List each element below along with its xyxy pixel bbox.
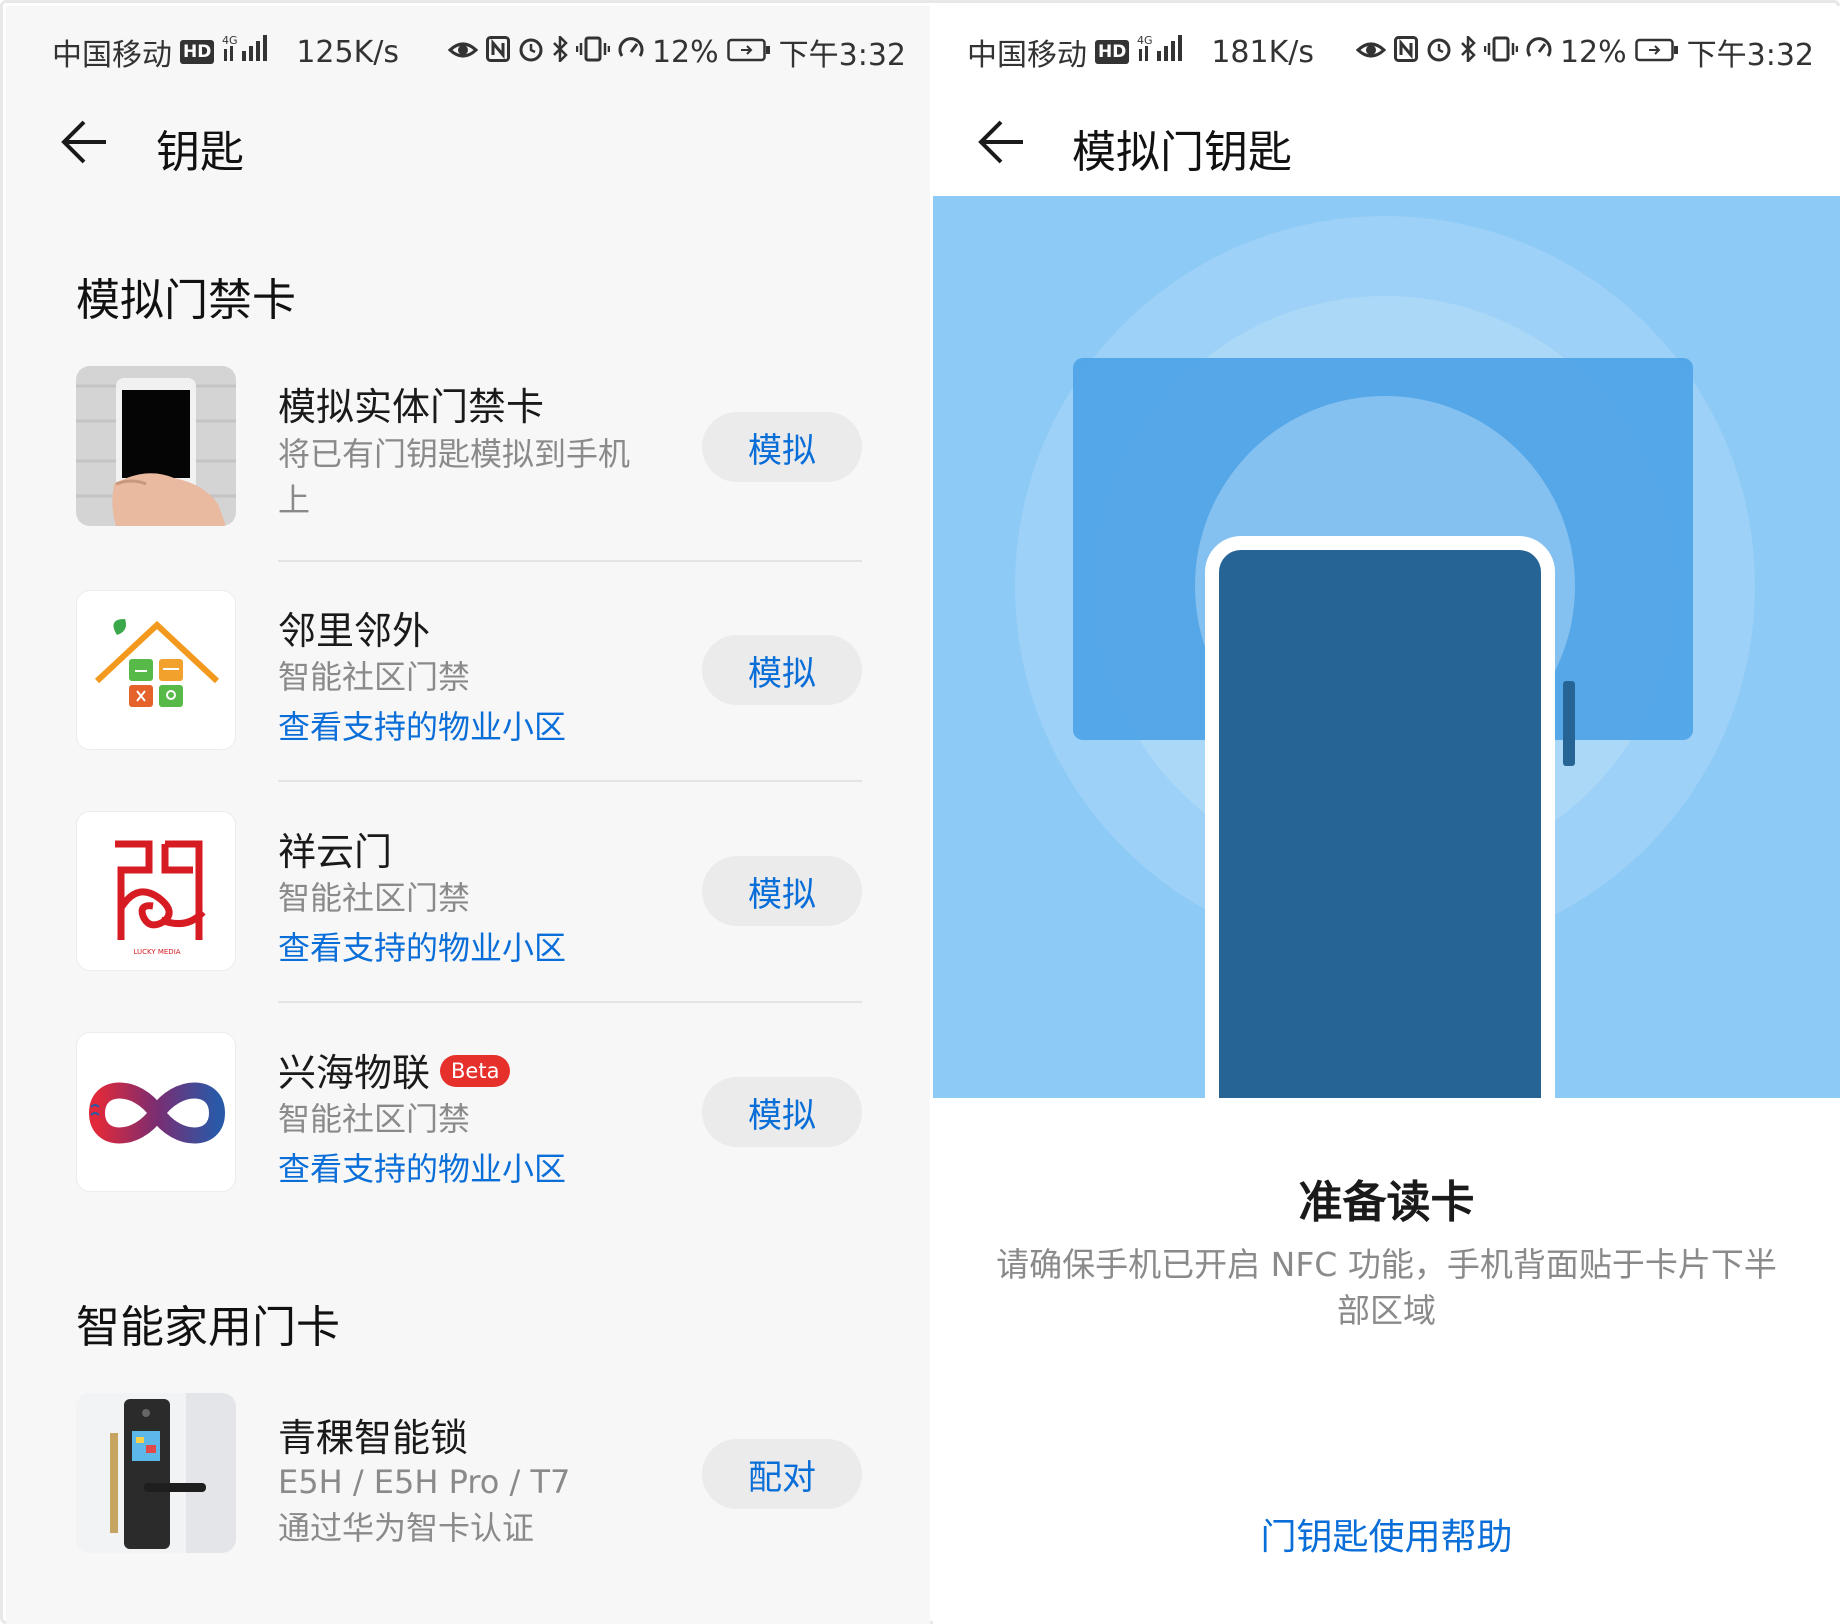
simulate-button[interactable]: 模拟	[702, 412, 862, 482]
section-title-door-card: 模拟门禁卡	[76, 275, 296, 326]
svg-text:4G: 4G	[1137, 34, 1153, 47]
section-title-smart-home: 智能家用门卡	[76, 1302, 340, 1353]
item-name: 青稞智能锁	[278, 1416, 469, 1460]
title-bar: 钥匙	[6, 96, 930, 186]
page-title: 钥匙	[156, 127, 244, 178]
list-item[interactable]: LUCKY MEDIA 祥云门 智能社区门禁 查看支持的物业小区 模拟	[76, 811, 862, 1011]
status-bar: 中国移动 HD 4G 125K/s 12% 下午3:32	[6, 6, 930, 86]
signal-icon: 4G	[1137, 33, 1183, 71]
divider	[278, 560, 862, 562]
item-name-text: 兴海物联	[278, 1051, 431, 1095]
nfc-icon	[1393, 35, 1418, 70]
pair-button[interactable]: 配对	[702, 1439, 862, 1509]
back-arrow-icon	[61, 120, 106, 164]
simulate-button[interactable]: 模拟	[702, 1077, 862, 1147]
phone-icon	[1205, 536, 1555, 1098]
back-arrow-icon	[978, 120, 1023, 164]
clock: 下午3:32	[778, 38, 906, 73]
eye-icon	[1355, 35, 1387, 70]
battery-percent: 12%	[1559, 34, 1627, 70]
simulate-door-key-screen: 中国移动 HD 4G 181K/s 12% 下午3:32 模拟门钥匙 准备读卡 …	[933, 6, 1840, 1624]
eye-icon	[447, 35, 479, 70]
list-item[interactable]: 邻里邻外 智能社区门禁 查看支持的物业小区 模拟	[76, 590, 862, 790]
item-name: 祥云门	[278, 830, 393, 874]
xiangyun-door-logo: LUCKY MEDIA	[76, 811, 236, 971]
infinity-logo	[76, 1032, 236, 1192]
supported-properties-link[interactable]: 查看支持的物业小区	[278, 702, 566, 748]
back-button[interactable]	[58, 114, 114, 170]
logo-text: LUCKY MEDIA	[133, 948, 180, 956]
list-item[interactable]: 兴海物联 Beta 智能社区门禁 查看支持的物业小区 模拟	[76, 1032, 862, 1232]
door-key-help-link[interactable]: 门钥匙使用帮助	[933, 1508, 1840, 1560]
ready-description: 请确保手机已开启 NFC 功能，手机背面贴于卡片下半部区域	[996, 1245, 1777, 1330]
nfc-read-illustration	[933, 196, 1840, 1098]
vibrate-icon	[1483, 35, 1519, 70]
net-speed: 125K/s	[296, 34, 400, 70]
screenshot-frame: 中国移动 HD 4G 125K/s 12% 下午3:32 钥匙 模拟门禁卡 模拟…	[0, 0, 1840, 1624]
signal-icon: 4G	[222, 33, 268, 71]
phone-in-hand-icon	[76, 366, 236, 526]
hd-badge: HD	[180, 40, 215, 64]
title-bar: 模拟门钥匙	[933, 96, 1840, 186]
item-name: 兴海物联 Beta	[278, 1042, 511, 1097]
item-model-list: E5H / E5H Pro / T7	[278, 1463, 571, 1501]
page-title: 模拟门钥匙	[1072, 127, 1292, 178]
divider	[278, 780, 862, 782]
battery-icon	[726, 35, 771, 70]
alarm-icon	[518, 35, 544, 70]
item-description: 智能社区门禁	[278, 658, 471, 696]
keys-screen: 中国移动 HD 4G 125K/s 12% 下午3:32 钥匙 模拟门禁卡 模拟…	[6, 6, 930, 1624]
item-certification: 通过华为智卡认证	[278, 1509, 535, 1547]
simulate-button[interactable]: 模拟	[702, 635, 862, 705]
smart-lock-icon	[76, 1393, 236, 1553]
clock: 下午3:32	[1686, 38, 1814, 73]
hd-badge: HD	[1095, 40, 1130, 64]
carrier-label: 中国移动	[967, 38, 1087, 73]
bluetooth-icon	[552, 33, 568, 70]
vibrate-icon	[575, 35, 611, 70]
divider	[278, 1001, 862, 1003]
simulate-button[interactable]: 模拟	[702, 856, 862, 926]
house-services-logo	[76, 590, 236, 750]
carrier-label: 中国移动	[52, 38, 172, 73]
item-name: 邻里邻外	[278, 609, 431, 653]
net-speed: 181K/s	[1211, 34, 1315, 70]
speed-gauge-icon	[618, 35, 644, 70]
item-name: 模拟实体门禁卡	[278, 385, 545, 429]
alarm-icon	[1426, 35, 1452, 70]
item-description: 将已有门钥匙模拟到手机上	[278, 435, 631, 519]
ready-title: 准备读卡	[1298, 1177, 1475, 1228]
speed-gauge-icon	[1526, 35, 1552, 70]
list-item[interactable]: 模拟实体门禁卡 将已有门钥匙模拟到手机上 模拟	[76, 366, 862, 566]
bluetooth-icon	[1460, 33, 1476, 70]
item-description: 智能社区门禁	[278, 879, 471, 917]
supported-properties-link[interactable]: 查看支持的物业小区	[278, 923, 566, 969]
supported-properties-link[interactable]: 查看支持的物业小区	[278, 1144, 566, 1190]
status-bar: 中国移动 HD 4G 181K/s 12% 下午3:32	[933, 6, 1840, 86]
svg-text:4G: 4G	[222, 34, 238, 47]
list-item[interactable]: 青稞智能锁 E5H / E5H Pro / T7 通过华为智卡认证 配对	[76, 1393, 862, 1573]
nfc-icon	[485, 35, 510, 70]
item-description: 智能社区门禁	[278, 1100, 471, 1138]
back-button[interactable]	[975, 114, 1031, 170]
battery-icon	[1634, 35, 1679, 70]
beta-badge: Beta	[440, 1055, 511, 1087]
battery-percent: 12%	[651, 34, 719, 70]
